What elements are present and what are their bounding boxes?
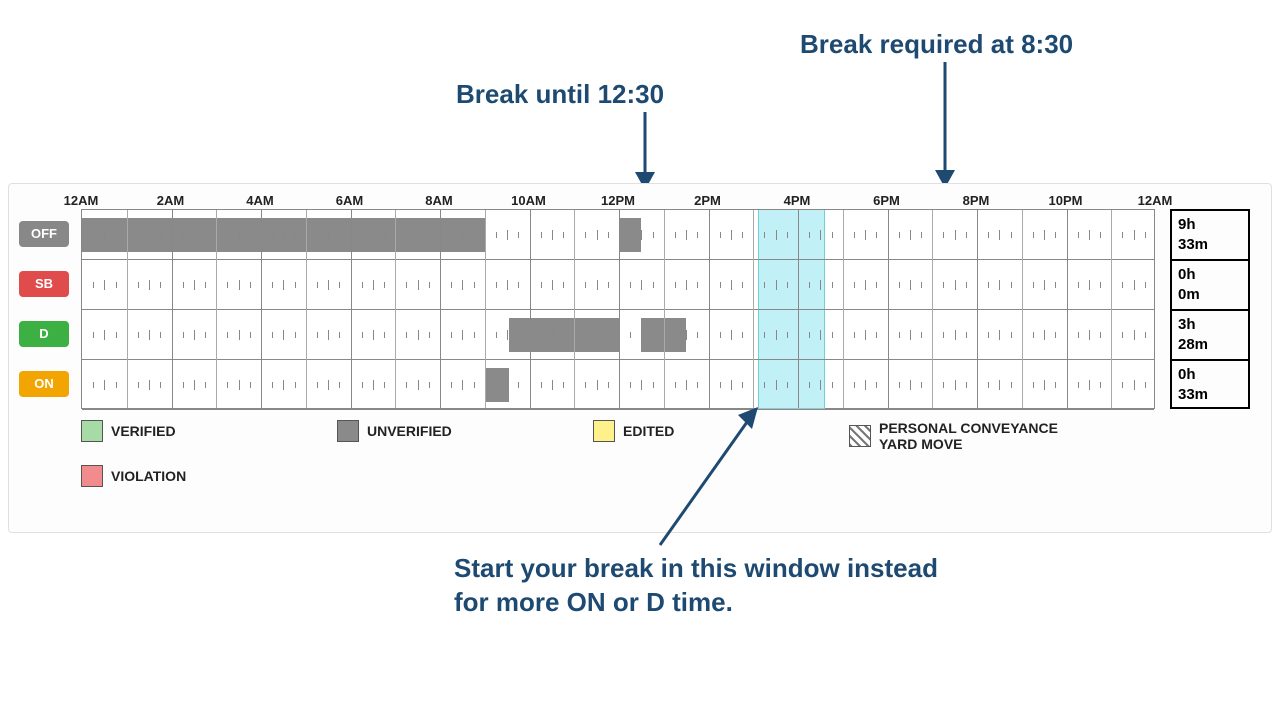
annotation-break-until: Break until 12:30 — [456, 78, 664, 112]
hour-label: 8AM — [425, 193, 452, 208]
segment-on-1 — [485, 368, 510, 402]
legend-personal-label: PERSONAL CONVEYANCE YARD MOVE — [879, 420, 1058, 452]
total-sb-mins: 0m — [1178, 285, 1242, 305]
total-off-hours: 9h — [1178, 215, 1242, 235]
hour-label: 4AM — [246, 193, 273, 208]
swatch-verified — [81, 420, 103, 442]
total-sb-hours: 0h — [1178, 265, 1242, 285]
total-d-hours: 3h — [1178, 315, 1242, 335]
swatch-personal — [849, 425, 871, 447]
swatch-edited — [593, 420, 615, 442]
row-off — [82, 210, 1154, 260]
row-on — [82, 360, 1154, 410]
hour-label: 6AM — [336, 193, 363, 208]
hos-log-chart: 12AM 2AM 4AM 6AM 8AM 10AM 12PM 2PM 4PM 6… — [8, 183, 1272, 533]
legend-unverified-label: UNVERIFIED — [367, 423, 452, 439]
swatch-unverified — [337, 420, 359, 442]
hour-label: 4PM — [784, 193, 811, 208]
total-sb: 0h 0m — [1172, 261, 1248, 311]
annotation-break-window: Start your break in this window instead … — [454, 552, 938, 620]
row-sb — [82, 260, 1154, 310]
hour-label: 8PM — [963, 193, 990, 208]
totals-column: 9h 33m 0h 0m 3h 28m 0h 33m — [1170, 209, 1250, 409]
hour-label: 12AM — [1138, 193, 1173, 208]
status-label-d: D — [19, 321, 69, 347]
total-d: 3h 28m — [1172, 311, 1248, 361]
hour-label: 12PM — [601, 193, 635, 208]
total-on-mins: 33m — [1178, 385, 1242, 405]
arrow-down-icon — [930, 62, 960, 188]
legend-edited: EDITED — [593, 420, 674, 442]
total-off-mins: 33m — [1178, 235, 1242, 255]
hour-label: 2PM — [694, 193, 721, 208]
hour-axis: 12AM 2AM 4AM 6AM 8AM 10AM 12PM 2PM 4PM 6… — [9, 193, 1271, 207]
legend-unverified: UNVERIFIED — [337, 420, 452, 442]
status-label-on: ON — [19, 371, 69, 397]
hour-label: 10AM — [511, 193, 546, 208]
hour-label: 10PM — [1049, 193, 1083, 208]
swatch-violation — [81, 465, 103, 487]
row-d — [82, 310, 1154, 360]
arrow-down-icon — [630, 112, 660, 190]
legend-violation: VIOLATION — [81, 465, 186, 487]
total-on-hours: 0h — [1178, 365, 1242, 385]
total-off: 9h 33m — [1172, 211, 1248, 261]
annotation-break-required: Break required at 8:30 — [800, 28, 1073, 62]
timeline-grid — [81, 209, 1155, 409]
legend-personal: PERSONAL CONVEYANCE YARD MOVE — [849, 420, 1058, 452]
hour-label: 12AM — [64, 193, 99, 208]
legend-verified-label: VERIFIED — [111, 423, 176, 439]
total-d-mins: 28m — [1178, 335, 1242, 355]
status-label-sb: SB — [19, 271, 69, 297]
legend-edited-label: EDITED — [623, 423, 674, 439]
legend-verified: VERIFIED — [81, 420, 176, 442]
status-label-off: OFF — [19, 221, 69, 247]
total-on: 0h 33m — [1172, 361, 1248, 411]
hour-label: 2AM — [157, 193, 184, 208]
legend-violation-label: VIOLATION — [111, 468, 186, 484]
hour-label: 6PM — [873, 193, 900, 208]
segment-d-1 — [509, 318, 619, 352]
